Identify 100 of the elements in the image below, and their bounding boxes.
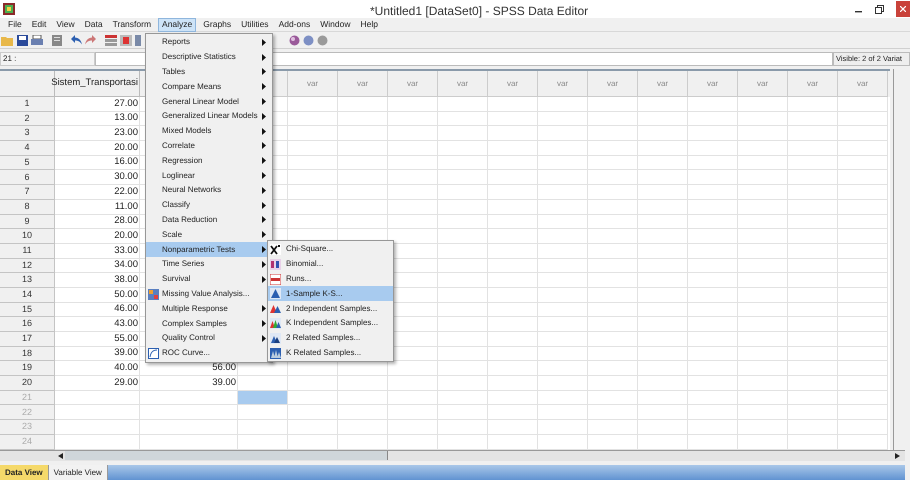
table-cell[interactable]	[638, 244, 688, 259]
table-cell[interactable]	[588, 156, 638, 170]
table-cell[interactable]	[738, 229, 788, 244]
table-cell[interactable]	[288, 156, 338, 170]
table-cell[interactable]	[588, 302, 638, 318]
table-cell[interactable]	[788, 244, 838, 259]
table-cell[interactable]: 46.00	[55, 302, 140, 318]
table-cell[interactable]	[388, 97, 438, 112]
table-cell[interactable]	[638, 97, 688, 112]
table-cell[interactable]	[488, 346, 538, 362]
table-cell[interactable]	[438, 302, 488, 318]
table-cell[interactable]	[788, 214, 838, 230]
menu-item[interactable]: Loglinear	[146, 168, 272, 183]
table-cell[interactable]	[288, 112, 338, 126]
menu-item[interactable]: Mixed Models	[146, 124, 272, 139]
table-cell[interactable]	[438, 97, 488, 112]
menu-item[interactable]: Data	[82, 18, 106, 32]
table-cell[interactable]	[438, 332, 488, 347]
menu-item[interactable]: Binomial...	[268, 256, 393, 272]
row-header[interactable]: 10	[0, 229, 55, 244]
table-cell[interactable]	[588, 405, 638, 420]
table-cell[interactable]	[338, 126, 388, 142]
table-cell[interactable]	[140, 405, 238, 420]
table-cell[interactable]	[788, 302, 838, 318]
table-cell[interactable]	[488, 141, 538, 156]
table-cell[interactable]	[438, 156, 488, 170]
table-cell[interactable]	[438, 126, 488, 142]
table-cell[interactable]	[438, 390, 488, 406]
table-cell[interactable]	[538, 273, 588, 288]
table-cell[interactable]	[638, 288, 688, 303]
menu-item[interactable]: Reports	[146, 35, 272, 50]
sphere-icon[interactable]	[317, 34, 328, 46]
row-header[interactable]: 3	[0, 126, 55, 142]
row-header[interactable]: 14	[0, 288, 55, 303]
table-cell[interactable]	[588, 273, 638, 288]
table-cell[interactable]	[638, 170, 688, 186]
table-cell[interactable]	[488, 156, 538, 170]
table-cell[interactable]	[788, 390, 838, 406]
table-cell[interactable]	[838, 346, 888, 362]
table-cell[interactable]	[438, 214, 488, 230]
table-cell[interactable]	[538, 317, 588, 332]
table-cell[interactable]	[738, 376, 788, 391]
table-cell[interactable]	[738, 332, 788, 347]
table-cell[interactable]	[638, 361, 688, 376]
table-cell[interactable]	[488, 273, 538, 288]
table-cell[interactable]	[488, 214, 538, 230]
table-cell[interactable]	[438, 229, 488, 244]
table-cell[interactable]	[788, 258, 838, 274]
table-cell[interactable]	[688, 229, 738, 244]
table-cell[interactable]: 55.00	[55, 332, 140, 347]
table-cell[interactable]	[838, 214, 888, 230]
table-cell[interactable]	[288, 214, 338, 230]
table-cell[interactable]	[838, 170, 888, 186]
table-cell[interactable]	[688, 361, 738, 376]
table-cell[interactable]	[438, 141, 488, 156]
table-cell[interactable]	[588, 376, 638, 391]
table-cell[interactable]	[388, 376, 438, 391]
table-cell[interactable]	[838, 332, 888, 347]
table-cell[interactable]	[738, 361, 788, 376]
table-cell[interactable]	[588, 346, 638, 362]
table-cell[interactable]	[788, 200, 838, 214]
table-cell[interactable]	[738, 185, 788, 200]
table-cell[interactable]	[788, 126, 838, 142]
table-cell[interactable]	[688, 244, 738, 259]
table-cell[interactable]: 38.00	[55, 273, 140, 288]
table-cell[interactable]	[538, 141, 588, 156]
table-cell[interactable]	[838, 126, 888, 142]
table-cell[interactable]	[538, 405, 588, 420]
sphere-icon[interactable]	[303, 34, 314, 46]
table-cell[interactable]	[438, 405, 488, 420]
table-cell[interactable]	[638, 420, 688, 435]
table-cell[interactable]	[688, 302, 738, 318]
table-cell[interactable]	[688, 112, 738, 126]
row-header[interactable]: 13	[0, 273, 55, 288]
row-header[interactable]: 16	[0, 317, 55, 332]
table-cell[interactable]: 13.00	[55, 112, 140, 126]
table-cell[interactable]	[838, 273, 888, 288]
table-cell[interactable]	[338, 97, 388, 112]
table-cell[interactable]	[538, 288, 588, 303]
table-cell[interactable]	[488, 200, 538, 214]
table-cell[interactable]: 30.00	[55, 170, 140, 186]
selected-cell[interactable]	[238, 390, 288, 406]
menu-item[interactable]: Add-ons	[276, 18, 314, 32]
table-cell[interactable]	[588, 200, 638, 214]
table-cell[interactable]	[288, 141, 338, 156]
table-cell[interactable]	[838, 390, 888, 406]
row-header[interactable]: 2	[0, 112, 55, 126]
table-cell[interactable]	[288, 405, 338, 420]
menu-item[interactable]: Runs...	[268, 272, 393, 286]
table-cell[interactable]	[788, 361, 838, 376]
table-cell[interactable]	[288, 97, 338, 112]
close-icon[interactable]	[900, 6, 906, 12]
table-cell[interactable]	[788, 97, 838, 112]
table-cell[interactable]	[588, 244, 638, 259]
table-cell[interactable]: 29.00	[55, 376, 140, 391]
table-cell[interactable]: 11.00	[55, 200, 140, 214]
menu-item[interactable]: View	[53, 18, 78, 32]
table-cell[interactable]	[538, 420, 588, 435]
table-cell[interactable]	[738, 390, 788, 406]
row-header[interactable]: 18	[0, 346, 55, 362]
